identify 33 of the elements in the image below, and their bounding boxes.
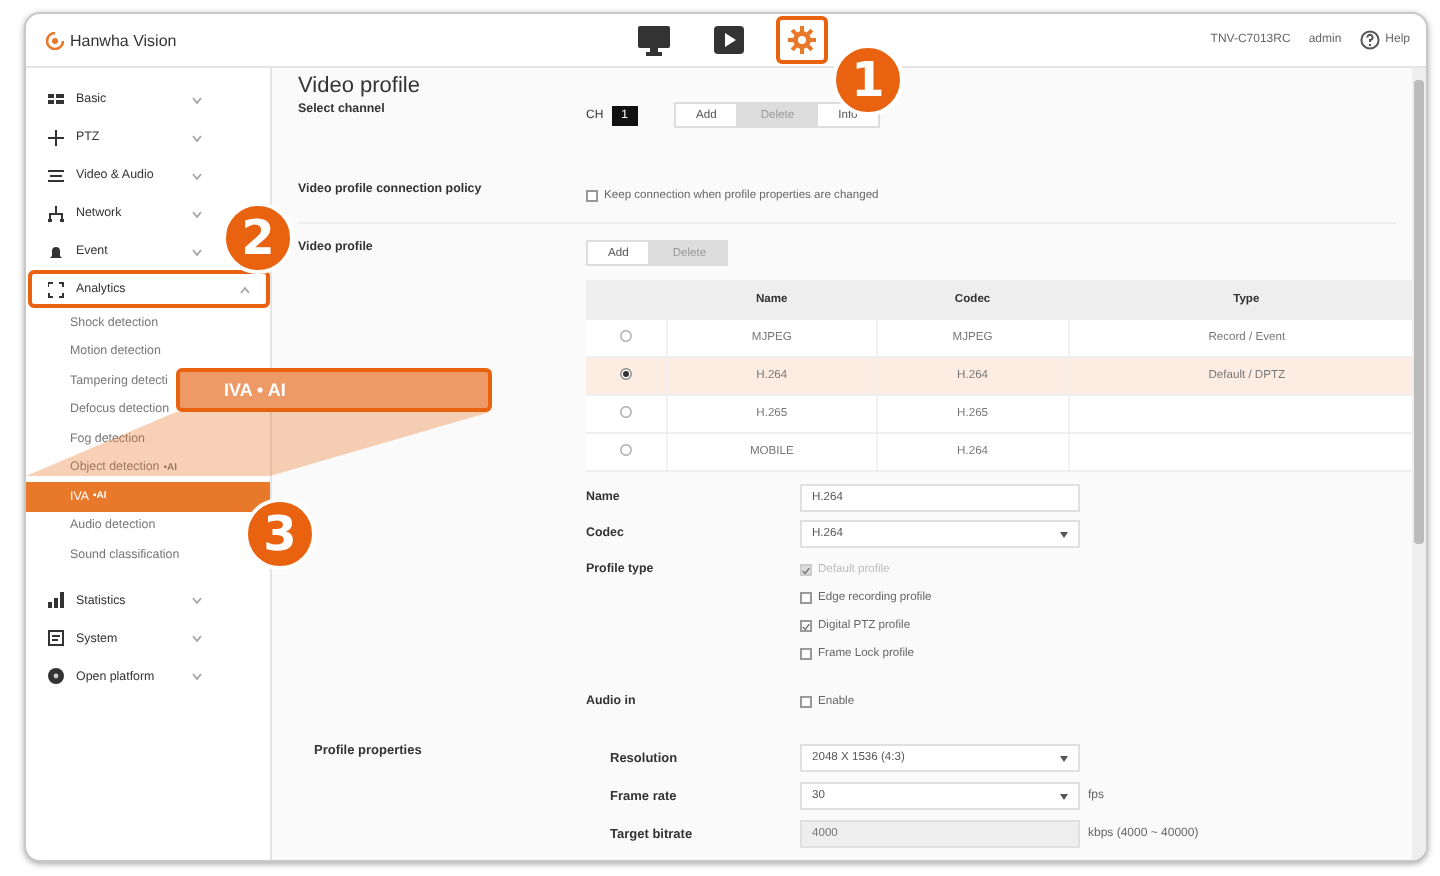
- check-icon: [802, 565, 810, 575]
- monitor-icon: [638, 25, 670, 55]
- logo-text: Hanwha Vision: [70, 31, 177, 49]
- caret-icon: [1060, 755, 1068, 761]
- nav-settings-button[interactable]: [776, 16, 828, 64]
- checkbox[interactable]: [800, 696, 812, 708]
- checkbox[interactable]: [586, 190, 598, 202]
- disc-icon: [48, 668, 64, 684]
- checkbox[interactable]: [800, 592, 812, 604]
- system-icon: [48, 630, 64, 646]
- page-title: Video profile: [298, 74, 420, 98]
- radio-button[interactable]: [620, 330, 632, 342]
- grid-icon: [48, 91, 64, 107]
- help-icon: [1359, 30, 1380, 50]
- lines-icon: [48, 167, 64, 183]
- crosshair-icon: [48, 129, 64, 145]
- callout-label: IVA • AI: [176, 368, 492, 412]
- caret-icon: [1060, 793, 1068, 799]
- check-icon: [802, 621, 810, 631]
- radio-button[interactable]: [620, 368, 632, 380]
- checkbox[interactable]: [800, 620, 812, 632]
- network-icon: [48, 205, 64, 221]
- radio-button[interactable]: [620, 406, 632, 418]
- bar-chart-icon: [48, 592, 64, 608]
- settings-icon: [788, 26, 816, 54]
- play-icon: [714, 26, 744, 54]
- logo-icon: [46, 31, 64, 49]
- scrollbar[interactable]: [1412, 68, 1426, 860]
- bell-icon: [48, 243, 64, 259]
- checkbox[interactable]: [800, 648, 812, 660]
- caret-icon: [1060, 531, 1068, 537]
- radio-button[interactable]: [620, 444, 632, 456]
- frame-corners-icon: [48, 281, 64, 297]
